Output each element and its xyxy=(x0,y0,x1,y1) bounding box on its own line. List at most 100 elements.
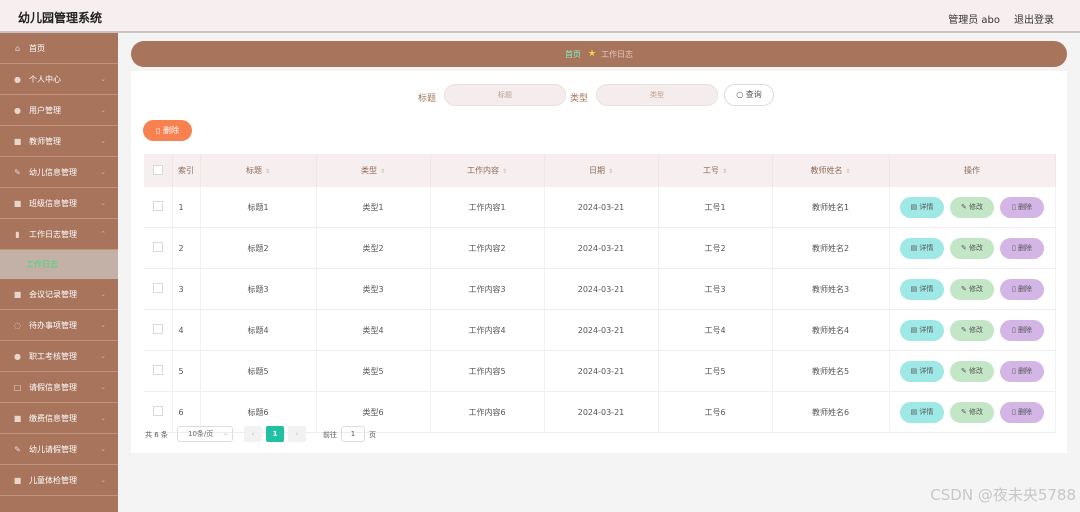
sidebar-item-children[interactable]: ✎ 幼儿信息管理 ⌄ xyxy=(0,157,118,188)
breadcrumb-current: 工作日志 xyxy=(601,49,634,59)
cell-date: 2024-03-21 xyxy=(544,350,659,392)
chevron-down-icon: ⌄ xyxy=(100,199,106,207)
detail-button[interactable]: ▤ 详情 xyxy=(900,278,944,300)
row-checkbox[interactable] xyxy=(144,268,173,310)
detail-button[interactable]: ▤ 详情 xyxy=(900,319,944,341)
column-header-staff-no[interactable]: 工号 ⇕ xyxy=(658,154,773,187)
edit-button[interactable]: ✎ 修改 xyxy=(950,196,994,218)
edit-icon: ✎ xyxy=(14,167,21,177)
detail-button[interactable]: ▤ 详情 xyxy=(900,360,944,382)
edit-button[interactable]: ✎ 修改 xyxy=(950,360,994,382)
chevron-down-icon: ⌄ xyxy=(100,383,106,391)
cell-date: 2024-03-21 xyxy=(544,268,659,310)
pencil-icon: ✎ xyxy=(960,407,967,416)
breadcrumb: 首页 ★ 工作日志 xyxy=(131,41,1067,67)
query-button[interactable]: ○ 查询 xyxy=(724,84,774,106)
edit-button[interactable]: ✎ 修改 xyxy=(950,237,994,259)
delete-button[interactable]: ▯ 删除 xyxy=(1000,360,1044,382)
sidebar-subitem-worklog[interactable]: 工作日志 xyxy=(0,250,118,279)
trash-icon: ▯ xyxy=(1011,366,1016,375)
document-icon: ▤ xyxy=(910,202,918,211)
admin-info: 管理员 abo xyxy=(948,15,1000,26)
chevron-down-icon: ⌄ xyxy=(100,137,106,145)
sidebar-item-fees[interactable]: ■ 缴费信息管理 ⌄ xyxy=(0,403,118,434)
page-1-button[interactable]: 1 xyxy=(266,426,284,442)
column-header-teacher[interactable]: 教师姓名 ⇕ xyxy=(772,154,890,187)
cell-type: 类型6 xyxy=(316,391,431,433)
detail-button[interactable]: ▤ 详情 xyxy=(900,237,944,259)
select-all-checkbox[interactable] xyxy=(144,154,173,187)
edit-button[interactable]: ✎ 修改 xyxy=(950,278,994,300)
cell-type: 类型5 xyxy=(316,350,431,392)
goto-page-input[interactable]: 1 xyxy=(341,426,365,442)
sidebar-item-teachers[interactable]: ■ 教师管理 ⌄ xyxy=(0,126,118,157)
delete-button[interactable]: ▯ 删除 xyxy=(1000,401,1044,423)
cell-teacher: 教师姓名6 xyxy=(772,391,890,433)
sidebar-item-label: 工作日志管理 xyxy=(29,229,77,239)
document-icon: ▤ xyxy=(910,284,918,293)
title-input[interactable]: 标题 xyxy=(444,84,566,106)
row-checkbox[interactable] xyxy=(144,187,173,228)
row-checkbox[interactable] xyxy=(144,391,173,433)
cell-index: 4 xyxy=(172,309,201,351)
row-checkbox[interactable] xyxy=(144,227,173,269)
trash-icon: ▯ xyxy=(1011,284,1016,293)
document-icon: ▤ xyxy=(910,243,918,252)
sidebar-item-child-leave[interactable]: ✎ 幼儿请假管理 ⌄ xyxy=(0,434,118,465)
page-size-select[interactable]: 10条/页 ⌄ xyxy=(177,426,233,442)
cell-actions: ▤ 详情 ✎ 修改 ▯ 删除 xyxy=(889,187,1056,228)
trash-icon: ▯ xyxy=(156,126,161,135)
batch-delete-button[interactable]: ▯ 删除 xyxy=(143,120,192,141)
sidebar-item-label: 儿童体检管理 xyxy=(29,475,77,485)
cell-actions: ▤ 详情 ✎ 修改 ▯ 删除 xyxy=(889,309,1056,351)
trash-icon: ▯ xyxy=(1011,407,1016,416)
cell-type: 类型2 xyxy=(316,227,431,269)
total-count: 共 6 条 xyxy=(145,431,168,439)
breadcrumb-home[interactable]: 首页 xyxy=(565,49,581,60)
star-icon: ★ xyxy=(587,49,597,59)
edit-button[interactable]: ✎ 修改 xyxy=(950,319,994,341)
delete-button[interactable]: ▯ 删除 xyxy=(1000,319,1044,341)
cell-teacher: 教师姓名2 xyxy=(772,227,890,269)
cell-teacher: 教师姓名3 xyxy=(772,268,890,310)
grid-icon: ■ xyxy=(13,198,22,208)
column-header-title[interactable]: 标题 ⇕ xyxy=(200,154,317,187)
detail-button[interactable]: ▤ 详情 xyxy=(900,401,944,423)
column-header-index: 索引 xyxy=(172,154,201,187)
sidebar-item-classes[interactable]: ■ 班级信息管理 ⌄ xyxy=(0,188,118,219)
cell-date: 2024-03-21 xyxy=(544,227,659,269)
table-row: 4 标题4 类型4 工作内容4 2024-03-21 工号4 教师姓名4 ▤ 详情 ✎ 修改 ▯ … xyxy=(144,309,1056,351)
query-button-label: 查询 xyxy=(745,90,762,99)
sidebar-item-label: 请假信息管理 xyxy=(29,382,77,392)
prev-page-button[interactable]: ‹ xyxy=(244,426,262,442)
sidebar-item-label: 用户管理 xyxy=(29,105,61,115)
sidebar-item-staff-review[interactable]: ● 职工考核管理 ⌄ xyxy=(0,341,118,372)
table-header-row: 索引 标题 ⇕ 类型 ⇕ 工作内容 ⇕ 日期 ⇕ 工号 ⇕ 教师姓名 ⇕ 操作 xyxy=(144,154,1056,187)
sidebar-item-worklog[interactable]: ▮ 工作日志管理 ⌃ xyxy=(0,219,118,250)
column-header-date[interactable]: 日期 ⇕ xyxy=(544,154,659,187)
sidebar-item-profile[interactable]: ● 个人中心 ⌄ xyxy=(0,64,118,95)
sidebar-item-todos[interactable]: ◌ 待办事项管理 ⌄ xyxy=(0,310,118,341)
detail-button[interactable]: ▤ 详情 xyxy=(900,196,944,218)
document-icon: ▤ xyxy=(910,407,918,416)
sidebar-item-leave[interactable]: □ 请假信息管理 ⌄ xyxy=(0,372,118,403)
sidebar-item-label: 幼儿信息管理 xyxy=(29,167,77,177)
delete-button[interactable]: ▯ 删除 xyxy=(1000,278,1044,300)
row-checkbox[interactable] xyxy=(144,350,173,392)
edit-icon: ✎ xyxy=(14,444,21,454)
sidebar-item-home[interactable]: ⌂ 首页 xyxy=(0,33,118,64)
main-panel: 标题 标题 类型 类型 ○ 查询 ▯ 删除 索引 标题 ⇕ 类型 ⇕ 工作内容 ⇕ 日… xyxy=(131,71,1067,453)
sidebar-item-users[interactable]: ● 用户管理 ⌄ xyxy=(0,95,118,126)
column-header-type[interactable]: 类型 ⇕ xyxy=(316,154,431,187)
table-row: 3 标题3 类型3 工作内容3 2024-03-21 工号3 教师姓名3 ▤ 详情 ✎ 修改 ▯ … xyxy=(144,268,1056,310)
logout-link[interactable]: 退出登录 xyxy=(1014,11,1054,26)
column-header-content[interactable]: 工作内容 ⇕ xyxy=(430,154,545,187)
sidebar-item-meetings[interactable]: ■ 会议记录管理 ⌄ xyxy=(0,279,118,310)
sidebar-item-health-check[interactable]: ■ 儿童体检管理 ⌄ xyxy=(0,465,118,496)
type-input[interactable]: 类型 xyxy=(596,84,718,106)
edit-button[interactable]: ✎ 修改 xyxy=(950,401,994,423)
row-checkbox[interactable] xyxy=(144,309,173,351)
delete-button[interactable]: ▯ 删除 xyxy=(1000,237,1044,259)
delete-button[interactable]: ▯ 删除 xyxy=(1000,196,1044,218)
next-page-button[interactable]: › xyxy=(288,426,306,442)
